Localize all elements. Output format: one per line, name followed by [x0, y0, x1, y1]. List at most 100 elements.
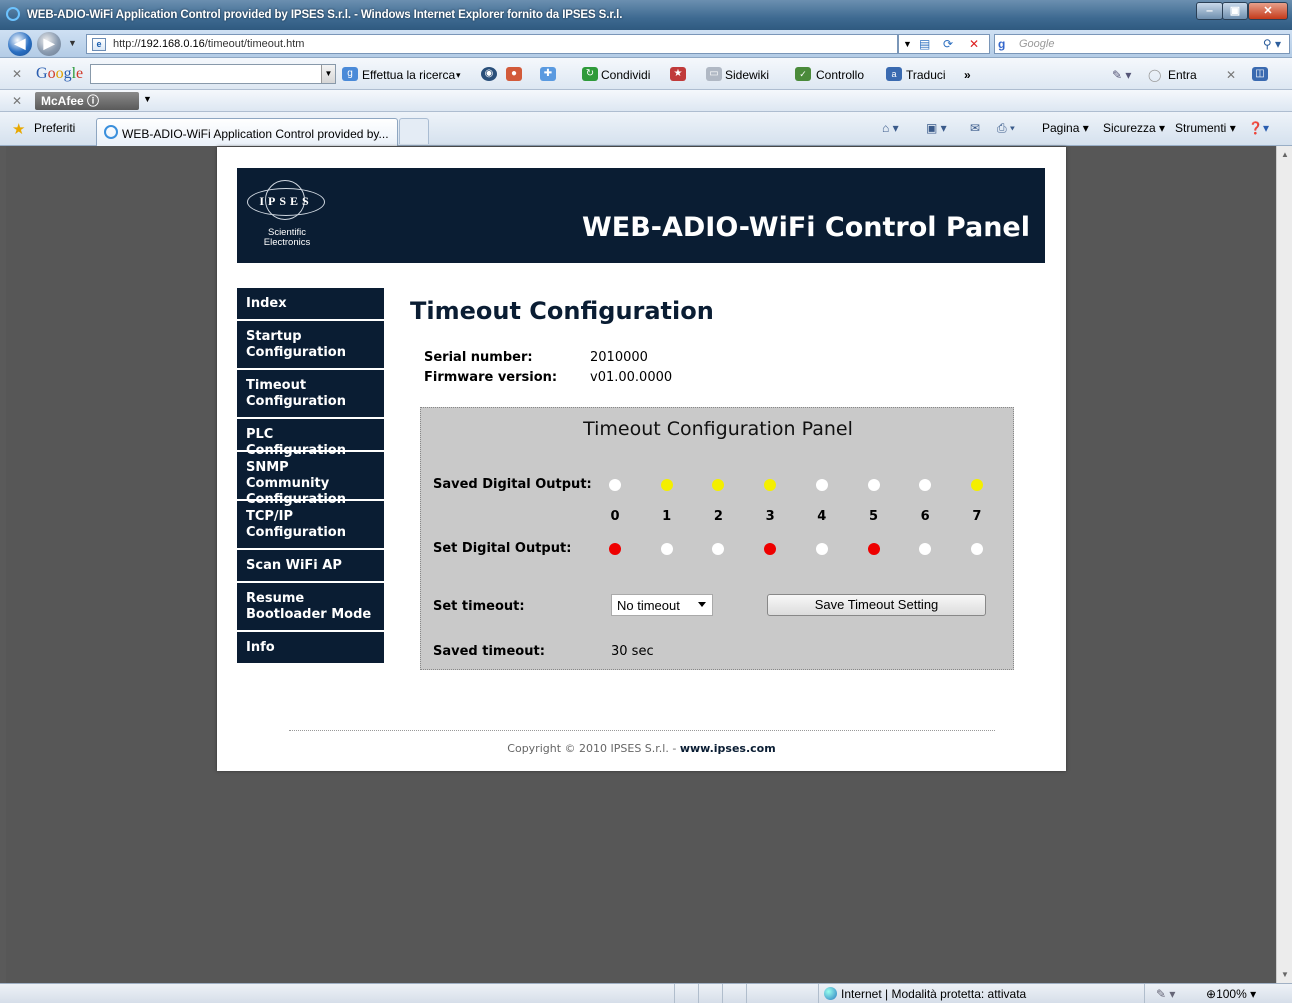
- favorites-button[interactable]: Preferiti: [34, 121, 75, 135]
- search-button[interactable]: Effettua la ricerca: [362, 68, 455, 82]
- set-led-3[interactable]: [764, 543, 777, 555]
- history-dropdown-icon[interactable]: ▼: [68, 38, 77, 48]
- bookmarks-icon[interactable]: ★: [670, 67, 686, 81]
- search-placeholder: Google: [1019, 38, 1055, 50]
- saved-led-6: [919, 479, 932, 491]
- address-input[interactable]: e http://192.168.0.16/timeout/timeout.ht…: [86, 34, 898, 54]
- menu-item-startup-configuration[interactable]: Startup Configuration: [237, 321, 384, 368]
- set-led-2[interactable]: [712, 543, 725, 555]
- url-text: http://192.168.0.16/timeout/timeout.htm: [113, 38, 305, 50]
- forward-button[interactable]: ▶: [37, 32, 61, 56]
- address-dropdown-icon[interactable]: ▼: [903, 39, 912, 49]
- share-button[interactable]: Condividi: [601, 68, 650, 82]
- addon-status-icon[interactable]: ✎ ▾: [1156, 987, 1175, 1001]
- page-menu[interactable]: Pagina ▾: [1042, 121, 1089, 135]
- security-menu[interactable]: Sicurezza ▾: [1103, 121, 1165, 135]
- sidewiki-button[interactable]: Sidewiki: [725, 68, 769, 82]
- menu-item-timeout-configuration[interactable]: Timeout Configuration: [237, 370, 384, 417]
- vertical-scrollbar[interactable]: ▲ ▼: [1276, 146, 1292, 983]
- mcafee-dropdown-icon[interactable]: ▼: [143, 94, 152, 104]
- mail-icon[interactable]: ✉: [970, 121, 980, 135]
- save-timeout-button[interactable]: Save Timeout Setting: [767, 594, 986, 616]
- channel-number: 7: [972, 509, 982, 524]
- status-segment: [1144, 984, 1145, 1003]
- timeout-config-panel: Timeout Configuration Panel Saved Digita…: [420, 407, 1014, 670]
- channel-number: 6: [920, 509, 930, 524]
- tab-current[interactable]: WEB-ADIO-WiFi Application Control provid…: [96, 118, 398, 146]
- help-icon: ⓘ: [87, 94, 100, 108]
- menu-item-snmp-community[interactable]: SNMP Community Configuration: [237, 452, 384, 507]
- menu-item-info[interactable]: Info: [237, 632, 384, 663]
- close-toolbar-icon[interactable]: ✕: [12, 67, 22, 81]
- sidewiki-icon: ▭: [706, 67, 722, 81]
- set-led-4[interactable]: [815, 543, 828, 555]
- close-window-button[interactable]: ✕: [1248, 2, 1288, 20]
- saved-led-0: [609, 479, 621, 491]
- back-button[interactable]: ◀: [8, 32, 32, 56]
- scroll-down-icon[interactable]: ▼: [1281, 970, 1289, 979]
- web-page: IPSES Scientific Electronics WEB-ADIO-Wi…: [217, 147, 1066, 771]
- popup-blocker-icon[interactable]: ●: [506, 67, 522, 81]
- pagerank-icon[interactable]: ◉: [481, 67, 497, 81]
- google-search-dropdown-icon[interactable]: ▼: [321, 65, 335, 83]
- search-dropdown-icon[interactable]: ▾: [456, 70, 461, 81]
- help-menu-icon[interactable]: ❓▾: [1248, 121, 1269, 135]
- google-toolbar: ✕ Google ▼ g Effettua la ricerca ▾ ◉ ● ✚…: [0, 58, 1292, 90]
- menu-item-index[interactable]: Index: [237, 288, 384, 319]
- maximize-button[interactable]: ▣: [1222, 2, 1248, 20]
- stop-icon[interactable]: ✕: [969, 37, 979, 51]
- serial-value: 2010000: [590, 350, 648, 365]
- refresh-icon[interactable]: ⟳: [943, 37, 953, 51]
- window-title: WEB-ADIO-WiFi Application Control provid…: [27, 9, 623, 21]
- set-led-0[interactable]: [609, 543, 621, 555]
- spellcheck-button[interactable]: Controllo: [816, 68, 864, 82]
- tools-menu[interactable]: Strumenti ▾: [1175, 121, 1236, 135]
- channel-number: 1: [662, 509, 672, 524]
- logo-subtitle: Scientific Electronics: [257, 228, 317, 248]
- google-search-input[interactable]: ▼: [90, 64, 336, 84]
- timeout-select[interactable]: No timeout: [611, 594, 713, 616]
- security-zone[interactable]: Internet | Modalità protetta: attivata: [824, 987, 1026, 1001]
- saved-timeout-value: 30 sec: [611, 644, 654, 659]
- saved-led-1: [660, 479, 673, 491]
- minimize-button[interactable]: ‒: [1196, 2, 1223, 20]
- ipses-link[interactable]: www.ipses.com: [680, 742, 776, 755]
- status-bar: Internet | Modalità protetta: attivata ✎…: [0, 983, 1292, 1003]
- status-segment: [674, 984, 675, 1003]
- translate-button[interactable]: Traduci: [906, 68, 946, 82]
- add-button-icon[interactable]: ✚: [540, 67, 556, 81]
- set-led-6[interactable]: [919, 543, 932, 555]
- mcafee-button[interactable]: McAfee ⓘ: [35, 92, 139, 110]
- set-led-5[interactable]: [867, 543, 880, 555]
- home-icon[interactable]: ⌂ ▾: [882, 121, 899, 135]
- favorites-bar: ★ Preferiti WEB-ADIO-WiFi Application Co…: [0, 112, 1292, 146]
- ie-logo-icon: [6, 7, 20, 21]
- feeds-icon[interactable]: ▣ ▾: [926, 121, 947, 135]
- menu-item-scan-wifi[interactable]: Scan WiFi AP: [237, 550, 384, 581]
- new-tab-button[interactable]: [399, 118, 429, 144]
- footer-divider: [289, 730, 995, 731]
- scroll-up-icon[interactable]: ▲: [1281, 150, 1289, 159]
- menu-item-tcpip-configuration[interactable]: TCP/IP Configuration: [237, 501, 384, 548]
- status-segment: [746, 984, 747, 1003]
- menu-item-bootloader[interactable]: Resume Bootloader Mode: [237, 583, 384, 630]
- toolbar-options-icon[interactable]: ◫: [1252, 67, 1268, 81]
- zoom-level[interactable]: ⊕100% ▾: [1206, 987, 1256, 1001]
- print-icon[interactable]: ⎙ ▾: [997, 121, 1015, 136]
- close-google-icon[interactable]: ✕: [1226, 68, 1236, 82]
- set-led-1[interactable]: [660, 543, 673, 555]
- firmware-value: v01.00.0000: [590, 370, 673, 385]
- search-icon[interactable]: ⚲ ▾: [1263, 37, 1281, 51]
- signin-button[interactable]: Entra: [1168, 68, 1197, 82]
- serial-label: Serial number:: [424, 350, 533, 365]
- wrench-icon[interactable]: ✎ ▾: [1112, 68, 1131, 82]
- header-title: WEB-ADIO-WiFi Control Panel: [581, 212, 1030, 243]
- close-mcafee-icon[interactable]: ✕: [12, 94, 22, 108]
- tab-ie-icon: [104, 125, 118, 139]
- compatibility-view-icon[interactable]: ▤: [919, 37, 930, 51]
- search-input[interactable]: g Google ⚲ ▾: [994, 34, 1290, 54]
- menu-item-plc-configuration[interactable]: PLC Configuration: [237, 419, 384, 458]
- panel-title: Timeout Configuration Panel: [583, 418, 853, 440]
- more-tools-button[interactable]: »: [964, 68, 971, 82]
- set-led-7[interactable]: [970, 543, 983, 555]
